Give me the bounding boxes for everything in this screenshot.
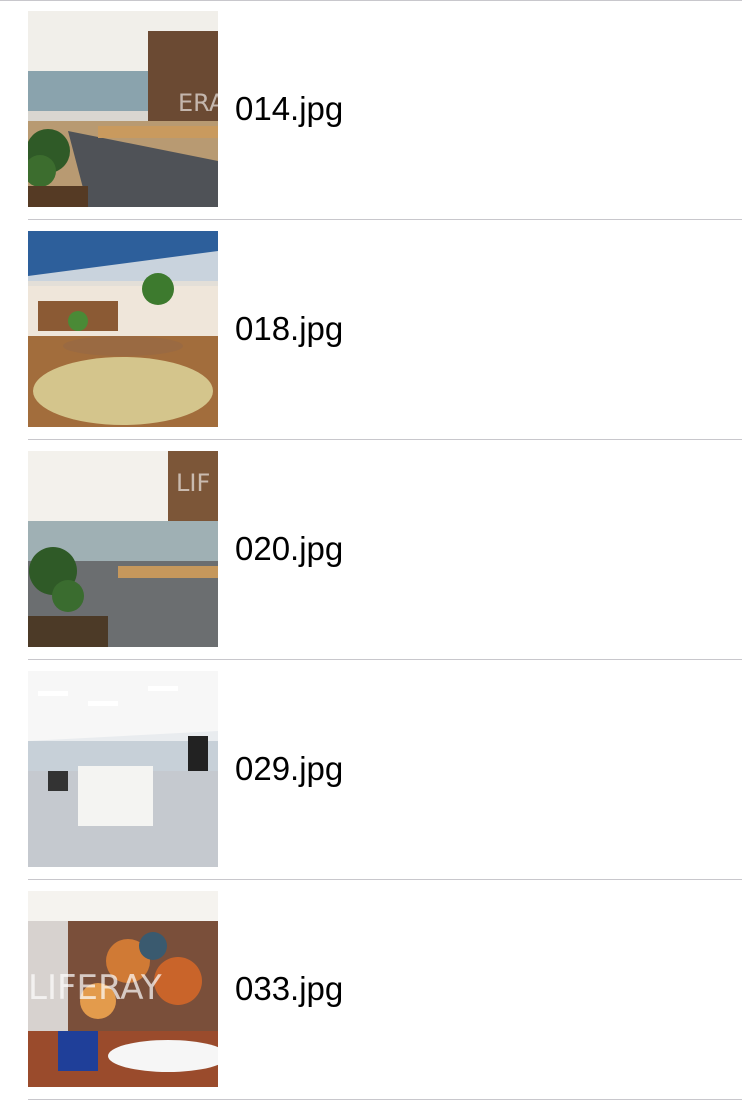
list-item[interactable]: LIF 020.jpg — [0, 440, 742, 660]
svg-text:ERA: ERA — [178, 89, 218, 117]
thumbnail-image: LIF — [28, 451, 218, 647]
thumbnail-image — [28, 231, 218, 427]
thumbnail-image: LIFERAY — [28, 891, 218, 1087]
list-item[interactable]: ERA 014.jpg — [0, 0, 742, 220]
thumbnail-image: ERA — [28, 11, 218, 207]
thumbnail-image — [28, 671, 218, 867]
file-name: 018.jpg — [235, 310, 344, 347]
svg-text:LIFERAY: LIFERAY — [28, 968, 162, 1008]
list-item[interactable]: LIFERAY 033.jpg — [0, 880, 742, 1100]
file-name: 029.jpg — [235, 750, 344, 787]
svg-text:LIF: LIF — [176, 469, 210, 497]
file-name: 033.jpg — [235, 970, 344, 1007]
file-name: 014.jpg — [235, 90, 344, 127]
file-name: 020.jpg — [235, 530, 344, 567]
list-item[interactable]: 018.jpg — [0, 220, 742, 440]
list-item[interactable]: 029.jpg — [0, 660, 742, 880]
